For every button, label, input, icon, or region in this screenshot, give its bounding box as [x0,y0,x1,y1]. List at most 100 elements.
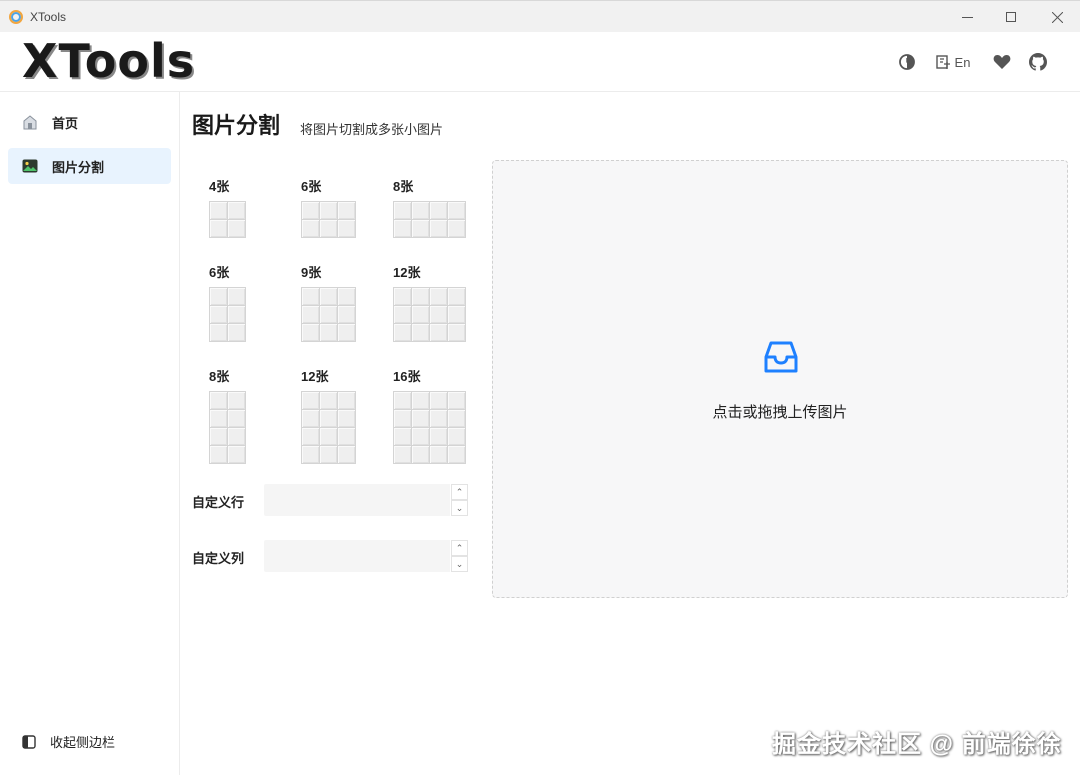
github-icon [1029,53,1047,71]
maximize-icon [1006,12,1016,22]
increment-button[interactable]: ⌃ [451,540,468,556]
grid-cell [338,202,355,219]
grid-cell [302,392,319,409]
decrement-button[interactable]: ⌄ [451,500,468,516]
preset-label: 12张 [393,265,421,280]
home-icon [22,114,38,130]
preset-3x2[interactable]: 6张 [209,262,246,342]
grid-cell [210,220,227,237]
grid-cell [430,392,447,409]
translate-icon [935,54,950,69]
preset-label: 6张 [209,265,230,280]
close-button[interactable] [1034,1,1080,33]
grid-cell [338,306,355,323]
preset-label: 12张 [301,369,329,384]
decrement-button[interactable]: ⌄ [451,556,468,572]
grid-cell [210,288,227,305]
grid-cell [302,428,319,445]
preset-label: 6张 [301,179,322,194]
app-logo: XTools [22,34,196,88]
preset-2x3[interactable]: 6张 [301,176,356,238]
grid-cell [338,392,355,409]
grid-cell [302,306,319,323]
grid-cell [430,428,447,445]
grid-cell [228,324,245,341]
grid-cell [228,288,245,305]
grid-cell [210,428,227,445]
preset-label: 8张 [393,179,414,194]
increment-button[interactable]: ⌃ [451,484,468,500]
preset-4x2[interactable]: 8张 [209,366,246,464]
grid-cell [302,220,319,237]
grid-cell [412,324,429,341]
theme-icon [899,54,915,70]
grid-cell [412,428,429,445]
grid-cell [228,392,245,409]
language-switch-button[interactable]: En [932,52,974,72]
window-title: XTools [30,10,67,24]
sidebar-item-image-split[interactable]: 图片分割 [8,148,171,184]
grid-cell [338,428,355,445]
custom-rows-label: 自定义行 [192,495,245,510]
language-label: En [954,54,971,70]
preset-label: 16张 [393,369,421,384]
preset-2x4[interactable]: 8张 [393,176,466,238]
maximize-button[interactable] [988,1,1034,33]
grid-cell [448,446,465,463]
grid-cell [394,392,411,409]
sidebar-collapse-icon [22,734,36,749]
custom-cols-label: 自定义列 [192,551,245,566]
grid-cell [320,288,337,305]
grid-cell [412,392,429,409]
custom-cols-field[interactable] [264,540,448,572]
custom-rows-field[interactable] [264,484,448,516]
sidebar: 首页 图片分割 收起侧边栏 [0,92,180,775]
grid-cell [228,202,245,219]
grid-cell [412,288,429,305]
image-upload-dropzone[interactable]: 点击或拖拽上传图片 [492,160,1068,598]
grid-cell [338,410,355,427]
preset-grid-preview [209,201,246,238]
grid-cell [430,202,447,219]
grid-cell [210,392,227,409]
grid-cell [302,446,319,463]
grid-cell [394,220,411,237]
preset-3x4[interactable]: 12张 [393,262,466,342]
preset-grid-preview [393,287,466,342]
image-icon [22,158,38,174]
grid-cell [210,324,227,341]
minimize-button[interactable] [944,1,990,33]
grid-cell [448,324,465,341]
preset-4x3[interactable]: 12张 [301,366,356,464]
minimize-icon [961,16,973,18]
favorite-button[interactable] [992,52,1012,72]
grid-cell [228,306,245,323]
grid-cell [448,410,465,427]
grid-cell [210,410,227,427]
grid-cell [394,202,411,219]
preset-4x4[interactable]: 16张 [393,366,466,464]
grid-cell [320,220,337,237]
sidebar-item-home[interactable]: 首页 [8,104,171,140]
grid-cell [412,202,429,219]
grid-cell [448,428,465,445]
grid-cell [210,306,227,323]
github-link[interactable] [1028,52,1048,72]
collapse-sidebar-button[interactable]: 收起侧边栏 [22,732,115,751]
theme-toggle-button[interactable] [898,52,916,72]
grid-cell [302,202,319,219]
grid-cell [430,306,447,323]
grid-cell [320,392,337,409]
page-title: 图片分割 [192,113,281,138]
heart-icon [993,55,1011,69]
preset-3x3[interactable]: 9张 [301,262,356,342]
sidebar-item-label: 图片分割 [52,159,105,175]
custom-rows-input[interactable]: ⌃ ⌄ [264,484,468,516]
grid-cell [412,446,429,463]
custom-cols-input[interactable]: ⌃ ⌄ [264,540,468,572]
grid-cell [394,306,411,323]
grid-cell [430,324,447,341]
grid-cell [448,202,465,219]
preset-2x2[interactable]: 4张 [209,176,246,238]
preset-grid-preview [301,201,356,238]
